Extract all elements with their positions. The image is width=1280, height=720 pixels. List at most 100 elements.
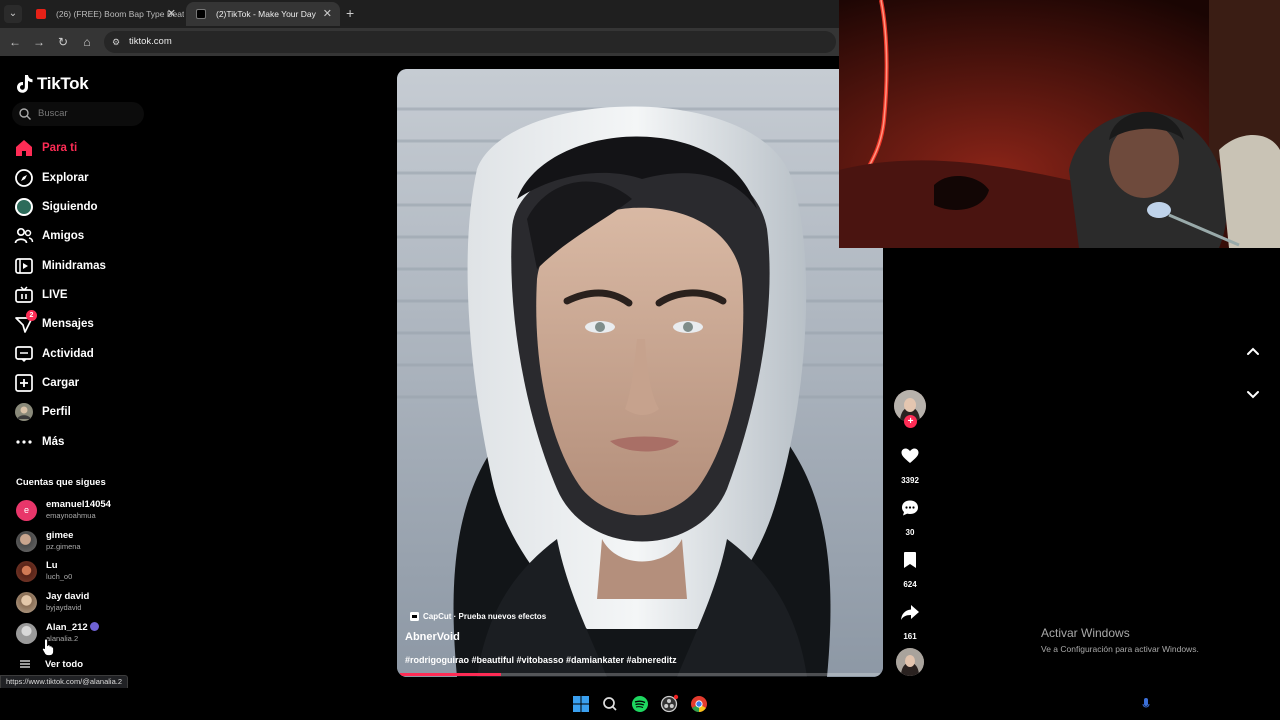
- profile-avatar-icon: [15, 403, 33, 421]
- tab-title: (26) (FREE) Boom Bap Type Beat: [56, 9, 184, 19]
- tab-search-button[interactable]: ⌄: [4, 5, 22, 23]
- comment-icon[interactable]: [900, 498, 920, 518]
- status-url-bubble: https://www.tiktok.com/@alanalia.2: [0, 675, 128, 689]
- account-name: gimee: [46, 530, 74, 541]
- share-arrow-icon[interactable]: [900, 602, 920, 622]
- video-player[interactable]: CapCut · Prueba nuevos efectos AbnerVoid…: [397, 69, 883, 677]
- account-handle: luch_o0: [46, 572, 73, 581]
- following-avatar-icon: [15, 198, 33, 216]
- followed-account[interactable]: Jay david byjaydavid: [16, 590, 216, 616]
- webcam-overlay: [839, 0, 1280, 248]
- forward-button[interactable]: →: [31, 34, 47, 50]
- verified-icon: [89, 622, 99, 631]
- followed-account[interactable]: gimee pz.gimena: [16, 529, 216, 555]
- address-bar[interactable]: ⚙ tiktok.com: [104, 31, 836, 53]
- reload-button[interactable]: ↻: [55, 34, 71, 50]
- nav-label: Actividad: [42, 348, 94, 360]
- obs-icon[interactable]: [659, 694, 679, 714]
- tiktok-logo[interactable]: TikTok: [16, 72, 89, 96]
- close-tab-icon[interactable]: ✕: [323, 2, 332, 26]
- followed-account[interactable]: e emanuel14054 emaynoahmua: [16, 498, 216, 524]
- following-section-title: Cuentas que sigues: [16, 477, 106, 488]
- youtube-icon: [36, 9, 46, 19]
- url-text[interactable]: tiktok.com: [129, 36, 172, 47]
- music-disc-image: [896, 648, 924, 676]
- account-handle: byjaydavid: [46, 603, 82, 612]
- search-input[interactable]: Buscar: [38, 108, 68, 119]
- activity-icon: [15, 346, 33, 362]
- nav-cargar[interactable]: Cargar: [14, 371, 214, 395]
- compass-icon: [15, 169, 33, 187]
- screen: ⌄ (26) (FREE) Boom Bap Type Beat ✕ (2)Ti…: [0, 0, 1280, 720]
- search-icon: [19, 108, 31, 120]
- nav-label: Mensajes: [42, 318, 94, 330]
- nav-label: LIVE: [42, 289, 68, 301]
- new-tab-button[interactable]: +: [346, 5, 354, 21]
- nav-mas[interactable]: Más: [14, 430, 214, 454]
- video-actions: + 3392 30 624 161: [890, 388, 930, 680]
- nav-label: Perfil: [42, 406, 71, 418]
- close-tab-icon[interactable]: ✕: [167, 2, 176, 26]
- hand-cursor-icon: [42, 638, 54, 656]
- nav-label: Minidramas: [42, 260, 106, 272]
- follow-button[interactable]: +: [904, 415, 917, 428]
- home-icon: [16, 140, 32, 156]
- tiktok-note-icon: [17, 75, 33, 93]
- comment-count: 30: [905, 528, 915, 537]
- video-hashtags[interactable]: #rodrigoguirao #beautiful #vitobasso #da…: [405, 655, 677, 665]
- nav-label: Explorar: [42, 172, 89, 184]
- video-progress-bar[interactable]: [400, 673, 880, 676]
- music-disc[interactable]: [896, 648, 924, 676]
- microphone-icon[interactable]: [1142, 698, 1150, 710]
- webcam-feed: [839, 0, 1280, 248]
- nav-actividad[interactable]: Actividad: [14, 342, 214, 366]
- save-count: 624: [903, 580, 917, 589]
- windows-start-icon[interactable]: [571, 694, 591, 714]
- video-author[interactable]: AbnerVoid: [405, 631, 460, 643]
- heart-icon[interactable]: [900, 446, 920, 466]
- tab-tiktok[interactable]: (2)TikTok - Make Your Day ✕: [186, 2, 340, 26]
- nav-mensajes[interactable]: 2 Mensajes: [14, 310, 214, 336]
- activate-title: Activar Windows: [1041, 626, 1130, 640]
- upload-icon: [15, 374, 33, 392]
- nav-label: Para ti: [42, 142, 78, 154]
- see-all-button[interactable]: Ver todo: [20, 656, 83, 672]
- capcut-icon: [410, 611, 419, 621]
- bookmark-icon[interactable]: [900, 550, 920, 570]
- home-button[interactable]: ⌂: [79, 34, 95, 50]
- nav-live[interactable]: LIVE: [14, 283, 214, 307]
- account-name: Lu: [46, 560, 58, 571]
- avatar: e: [16, 500, 37, 521]
- nav-perfil[interactable]: Perfil: [14, 400, 214, 424]
- account-name: emanuel14054: [46, 499, 111, 510]
- account-handle: pz.gimena: [46, 542, 81, 551]
- chevron-up-icon[interactable]: [1243, 342, 1263, 362]
- nav-para-ti[interactable]: Para ti: [14, 136, 214, 160]
- chrome-taskbar-button[interactable]: [685, 691, 713, 717]
- capcut-effect-tag[interactable]: CapCut · Prueba nuevos efectos: [410, 609, 546, 623]
- search-box[interactable]: Buscar: [12, 102, 144, 126]
- nav-label: Más: [42, 436, 65, 448]
- followed-account[interactable]: Lu luch_o0: [16, 559, 216, 585]
- back-button[interactable]: ←: [7, 34, 23, 50]
- avatar: [16, 623, 37, 644]
- capcut-label: CapCut · Prueba nuevos efectos: [423, 611, 547, 621]
- nav-amigos[interactable]: Amigos: [14, 224, 214, 248]
- spotify-icon[interactable]: [630, 694, 650, 714]
- video-progress-fill: [400, 673, 501, 676]
- tab-youtube[interactable]: (26) (FREE) Boom Bap Type Beat ✕: [26, 2, 184, 26]
- nav-minidramas[interactable]: Minidramas: [14, 254, 214, 278]
- nav-siguiendo[interactable]: Siguiendo: [14, 195, 214, 219]
- activate-subtitle: Ve a Configuración para activar Windows.: [1041, 644, 1199, 654]
- search-icon[interactable]: [600, 694, 620, 714]
- see-all-label: Ver todo: [45, 658, 84, 670]
- logo-text: TikTok: [37, 74, 89, 93]
- chevron-down-icon[interactable]: [1243, 384, 1263, 404]
- account-name-text: Alan_212: [46, 622, 88, 633]
- account-handle: emaynoahmua: [46, 511, 96, 520]
- site-info-icon[interactable]: ⚙: [112, 35, 124, 49]
- nav-explorar[interactable]: Explorar: [14, 166, 214, 190]
- nav-label: Amigos: [42, 230, 85, 242]
- windows-activation-watermark: Activar Windows Ve a Configuración para …: [1041, 626, 1199, 654]
- video-frame: [397, 69, 883, 677]
